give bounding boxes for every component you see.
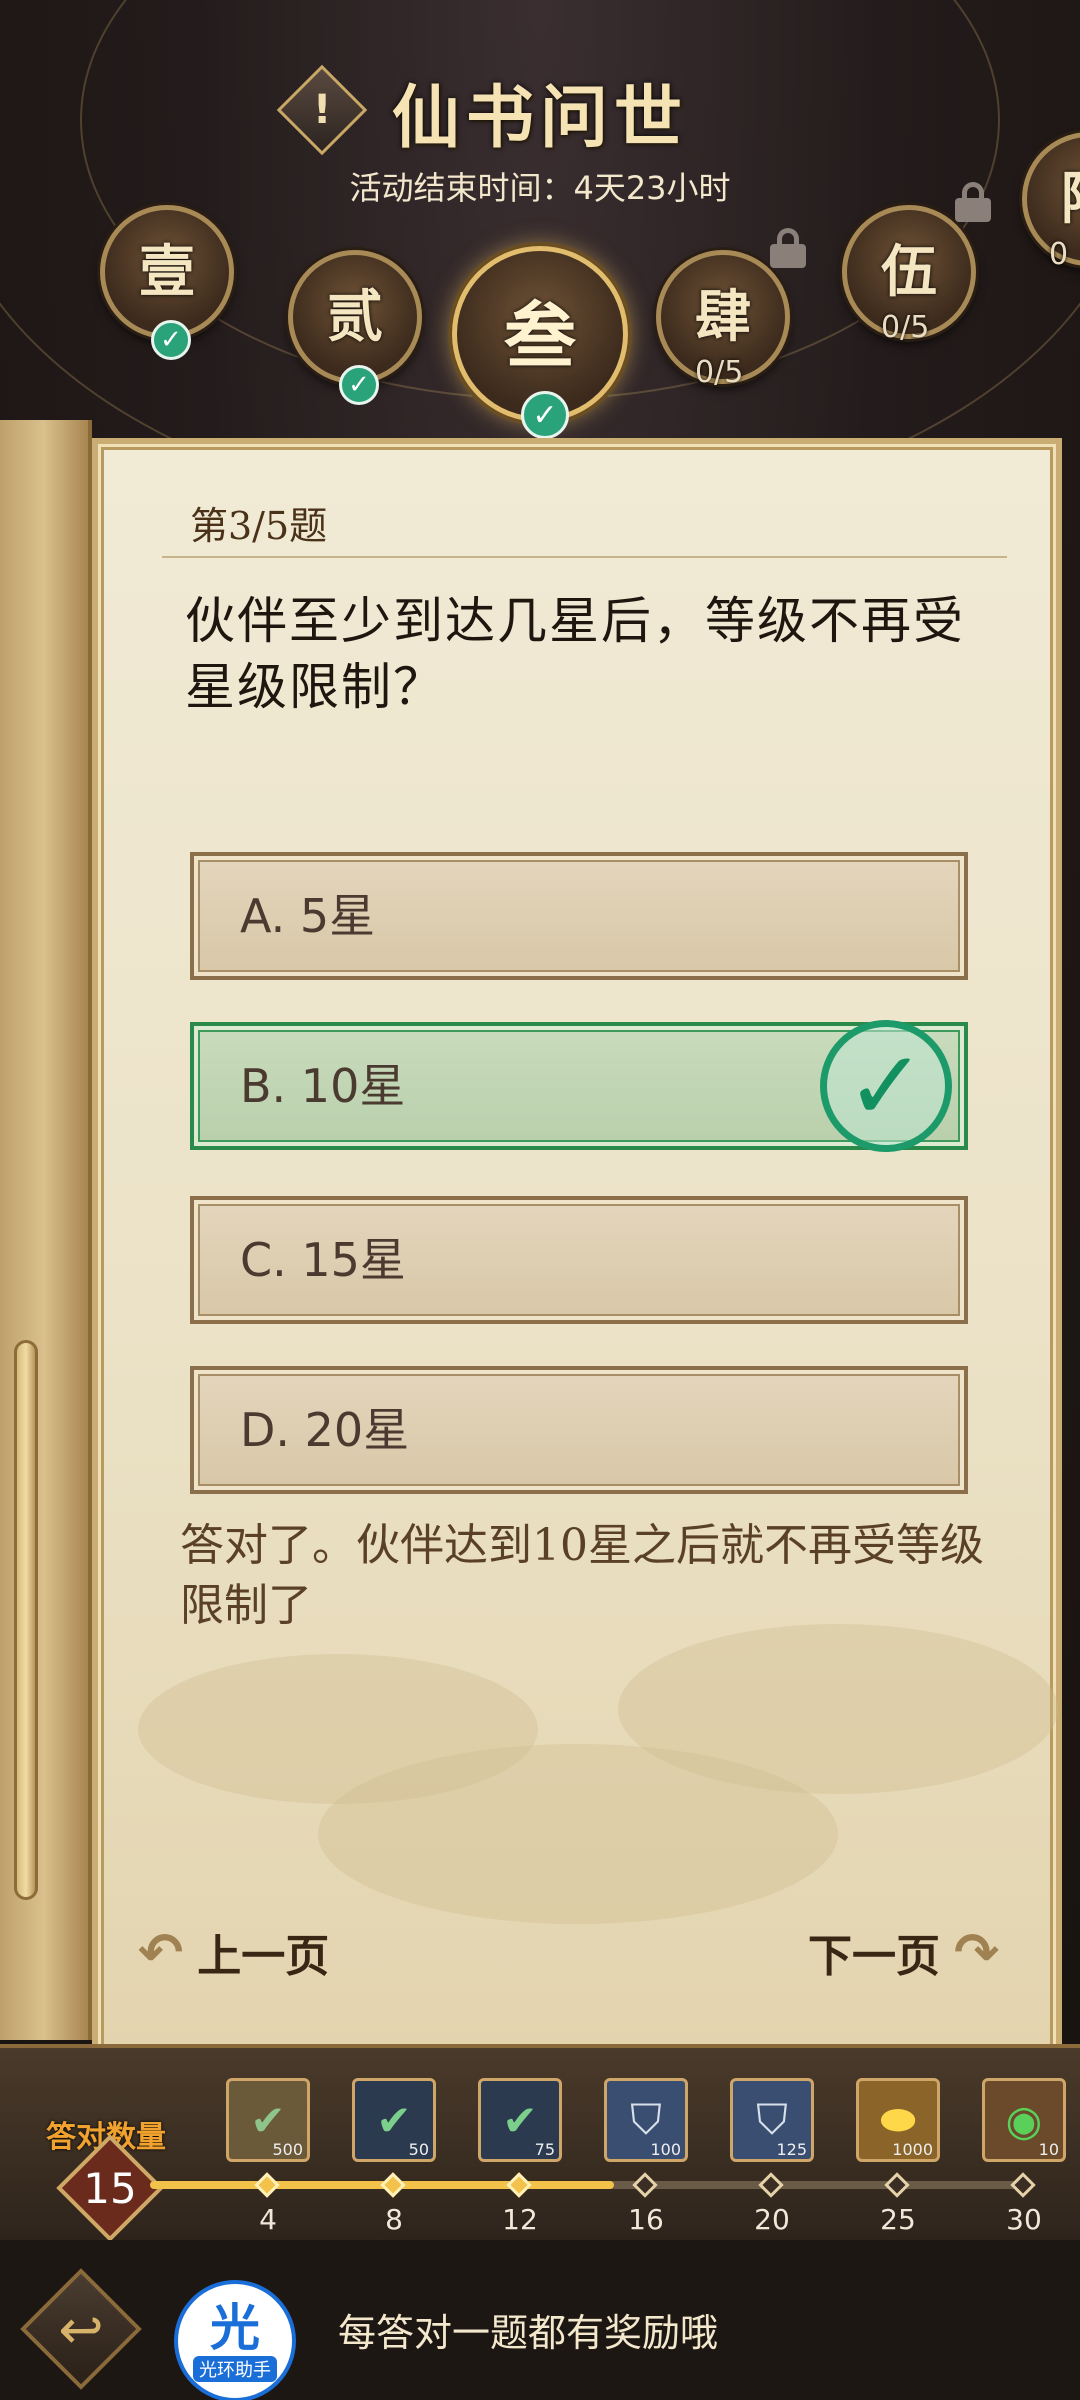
reward-hint: 每答对一题都有奖励哦 (338, 2311, 719, 2355)
back-arrow-icon: ↩ (58, 2297, 104, 2361)
milestone-label: 12 (502, 2203, 538, 2236)
jade-dragon-icon: ◉ (1005, 2095, 1043, 2145)
milestone-label: 30 (1006, 2203, 1042, 2236)
milestone-label: 25 (880, 2203, 916, 2236)
helper-app-logo[interactable]: 光 光环助手 (174, 2280, 296, 2400)
reward-qty: 1000 (892, 2140, 933, 2159)
chapter-progress: 0/5 (881, 310, 930, 345)
reward-item-spirit-stone[interactable]: ✔ 75 (478, 2078, 562, 2162)
option-label: A. 5星 (240, 889, 376, 943)
spirit-stone-icon: ✔ (376, 2095, 412, 2145)
chapter-progress: 0 (1049, 237, 1069, 272)
option-label: D. 20星 (240, 1403, 410, 1457)
chapter-4-button[interactable]: 肆 0/5 (656, 250, 790, 390)
milestone-label: 20 (754, 2203, 790, 2236)
scroll-rod (14, 1340, 38, 1900)
helper-logo-text: 光环助手 (193, 2356, 277, 2382)
option-d-button[interactable]: D. 20星 (190, 1366, 968, 1494)
option-c-button[interactable]: C. 15星 (190, 1196, 968, 1324)
reward-item-bucket[interactable]: ⛉ 100 (604, 2078, 688, 2162)
answer-explanation: 答对了。伙伴达到10星之后就不再受等级限制了 (180, 1520, 984, 1631)
helper-logo-glyph: 光 (210, 2298, 260, 2357)
lock-icon (955, 182, 991, 222)
reward-item-jade-dragon[interactable]: ◉ 10 (982, 2078, 1066, 2162)
option-a-button[interactable]: A. 5星 (190, 852, 968, 980)
check-icon: ✓ (521, 391, 569, 439)
page-title: 仙书问世 (391, 78, 688, 158)
prev-page-label: 上一页 (197, 1931, 330, 1982)
reward-qty: 75 (534, 2140, 555, 2159)
arrow-left-icon: ↶ (138, 1920, 184, 1984)
reward-qty: 500 (272, 2140, 303, 2159)
milestone-label: 16 (628, 2203, 664, 2236)
jade-scroll-icon: ✔ (250, 2095, 286, 2145)
reward-item-jade-scroll[interactable]: ✔ 500 (226, 2078, 310, 2162)
chapter-3-button[interactable]: 叁 ✓ (452, 246, 628, 439)
option-label: C. 15星 (240, 1233, 406, 1287)
prev-page-button[interactable]: ↶ 上一页 (138, 1920, 329, 1984)
cloud-decoration (318, 1744, 838, 1924)
chapter-label: 贰 (327, 283, 383, 350)
chapter-label: 陆 (1061, 154, 1080, 235)
lock-icon (770, 228, 806, 268)
correct-check-icon: ✓ (820, 1020, 952, 1152)
chapter-label: 壹 (139, 238, 195, 305)
reward-item-spirit-stone[interactable]: ✔ 50 (352, 2078, 436, 2162)
bucket-icon: ⛉ (630, 2095, 662, 2144)
next-page-button[interactable]: 下一页 ↷ (808, 1920, 999, 1984)
reward-qty: 100 (650, 2140, 681, 2159)
option-b-button[interactable]: B. 10星 ✓ (190, 1020, 968, 1152)
bucket-icon: ⛉ (756, 2095, 788, 2144)
reward-qty: 50 (408, 2140, 429, 2159)
check-icon: ✓ (339, 365, 379, 405)
gold-ingot-icon: ⬬ (880, 2095, 916, 2144)
event-end-time: 活动结束时间：4天23小时 (349, 169, 731, 207)
reward-qty: 125 (776, 2140, 807, 2159)
chapter-1-button[interactable]: 壹 ✓ (100, 205, 234, 360)
spirit-stone-icon: ✔ (502, 2095, 538, 2145)
chapter-5-button[interactable]: 伍 0/5 (842, 205, 976, 345)
question-number: 第3/5题 (190, 504, 328, 548)
check-icon: ✓ (151, 320, 191, 360)
reward-qty: 10 (1038, 2140, 1059, 2159)
correct-count: 15 (83, 2163, 137, 2213)
reward-item-gold-ingot[interactable]: ⬬ 1000 (856, 2078, 940, 2162)
chapter-2-button[interactable]: 贰 ✓ (288, 250, 422, 405)
chapter-label: 叁 (503, 292, 576, 378)
chapter-label: 伍 (881, 238, 937, 305)
option-label: B. 10星 (240, 1059, 406, 1113)
milestone-label: 4 (259, 2203, 277, 2236)
scroll-edge (0, 420, 92, 2040)
header: ! 仙书问世 活动结束时间：4天23小时 壹 ✓ 贰 ✓ 叁 ✓ 肆 0/5 伍… (0, 0, 1080, 520)
reward-item-bucket[interactable]: ⛉ 125 (730, 2078, 814, 2162)
milestone-label: 8 (385, 2203, 403, 2236)
chapter-label: 肆 (695, 283, 751, 350)
divider (162, 556, 1007, 558)
question-text: 伙伴至少到达几星后，等级不再受星级限制？ (185, 592, 965, 716)
chapter-progress: 0/5 (695, 355, 744, 390)
next-page-label: 下一页 (808, 1931, 940, 1982)
quiz-screen: ! 仙书问世 活动结束时间：4天23小时 壹 ✓ 贰 ✓ 叁 ✓ 肆 0/5 伍… (0, 0, 1080, 2400)
arrow-right-icon: ↷ (954, 1920, 1000, 1984)
